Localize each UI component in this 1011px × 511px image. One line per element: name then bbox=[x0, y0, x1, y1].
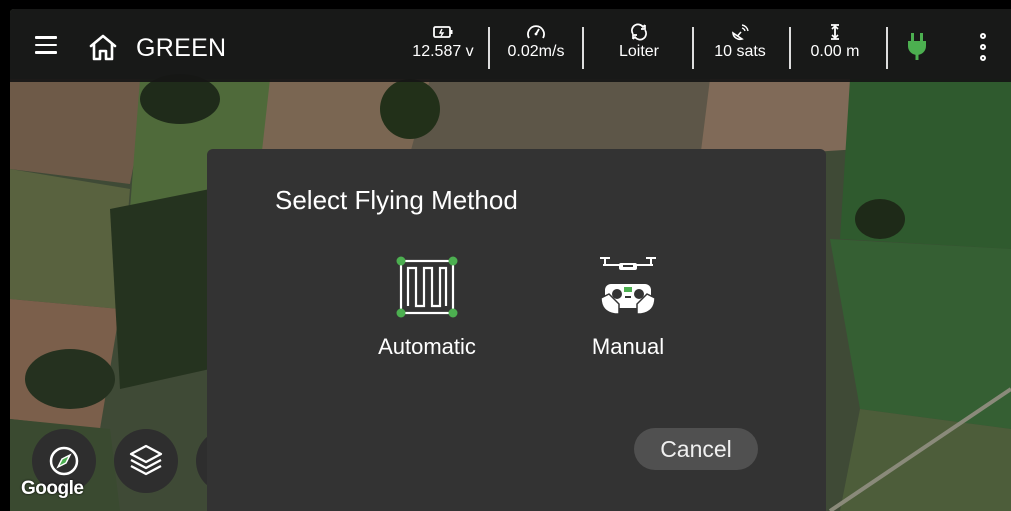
top-status-bar: GREEN 12.587 v 0.02m/s Loiter 10 sats 0.… bbox=[10, 9, 1011, 82]
divider bbox=[582, 27, 584, 69]
battery-voltage-stat: 12.587 v bbox=[403, 23, 483, 69]
manual-option[interactable]: Manual bbox=[558, 254, 698, 360]
altitude-icon bbox=[831, 24, 839, 40]
flight-mode-stat[interactable]: Loiter bbox=[604, 23, 674, 69]
voltage-value: 12.587 v bbox=[412, 43, 474, 60]
google-attribution: Google bbox=[21, 478, 84, 499]
map-layers-button[interactable] bbox=[114, 429, 178, 493]
grid-pattern-icon bbox=[396, 256, 458, 318]
more-options-icon[interactable] bbox=[977, 33, 989, 61]
loop-arrows-icon bbox=[631, 23, 647, 41]
automatic-label: Automatic bbox=[378, 334, 476, 359]
layers-icon bbox=[129, 444, 163, 476]
altitude-stat: 0.00 m bbox=[802, 23, 868, 69]
plug-connected-icon[interactable] bbox=[905, 31, 929, 61]
speedometer-icon bbox=[527, 25, 545, 39]
speed-stat: 0.02m/s bbox=[498, 23, 574, 69]
divider bbox=[692, 27, 694, 69]
drone-remote-icon bbox=[600, 257, 656, 315]
divider bbox=[886, 27, 888, 69]
app-title: GREEN bbox=[136, 34, 227, 62]
flight-mode-value: Loiter bbox=[618, 43, 660, 60]
manual-label: Manual bbox=[591, 334, 665, 359]
select-flying-method-dialog: Select Flying Method Automatic Manual Ca… bbox=[207, 149, 826, 511]
sats-value: 10 sats bbox=[714, 43, 766, 60]
app-screen: GREEN 12.587 v 0.02m/s Loiter 10 sats 0.… bbox=[10, 9, 1011, 511]
speed-value: 0.02m/s bbox=[507, 43, 565, 60]
divider bbox=[488, 27, 490, 69]
automatic-option[interactable]: Automatic bbox=[357, 254, 497, 360]
satellite-dish-icon bbox=[732, 24, 749, 41]
home-icon[interactable] bbox=[88, 33, 118, 61]
gps-sats-stat: 10 sats bbox=[702, 23, 778, 69]
divider bbox=[789, 27, 791, 69]
altitude-value: 0.00 m bbox=[810, 43, 860, 60]
battery-icon bbox=[433, 26, 453, 38]
cancel-button[interactable]: Cancel bbox=[634, 428, 758, 470]
dialog-title: Select Flying Method bbox=[275, 185, 518, 215]
hamburger-menu-icon[interactable] bbox=[35, 36, 57, 54]
